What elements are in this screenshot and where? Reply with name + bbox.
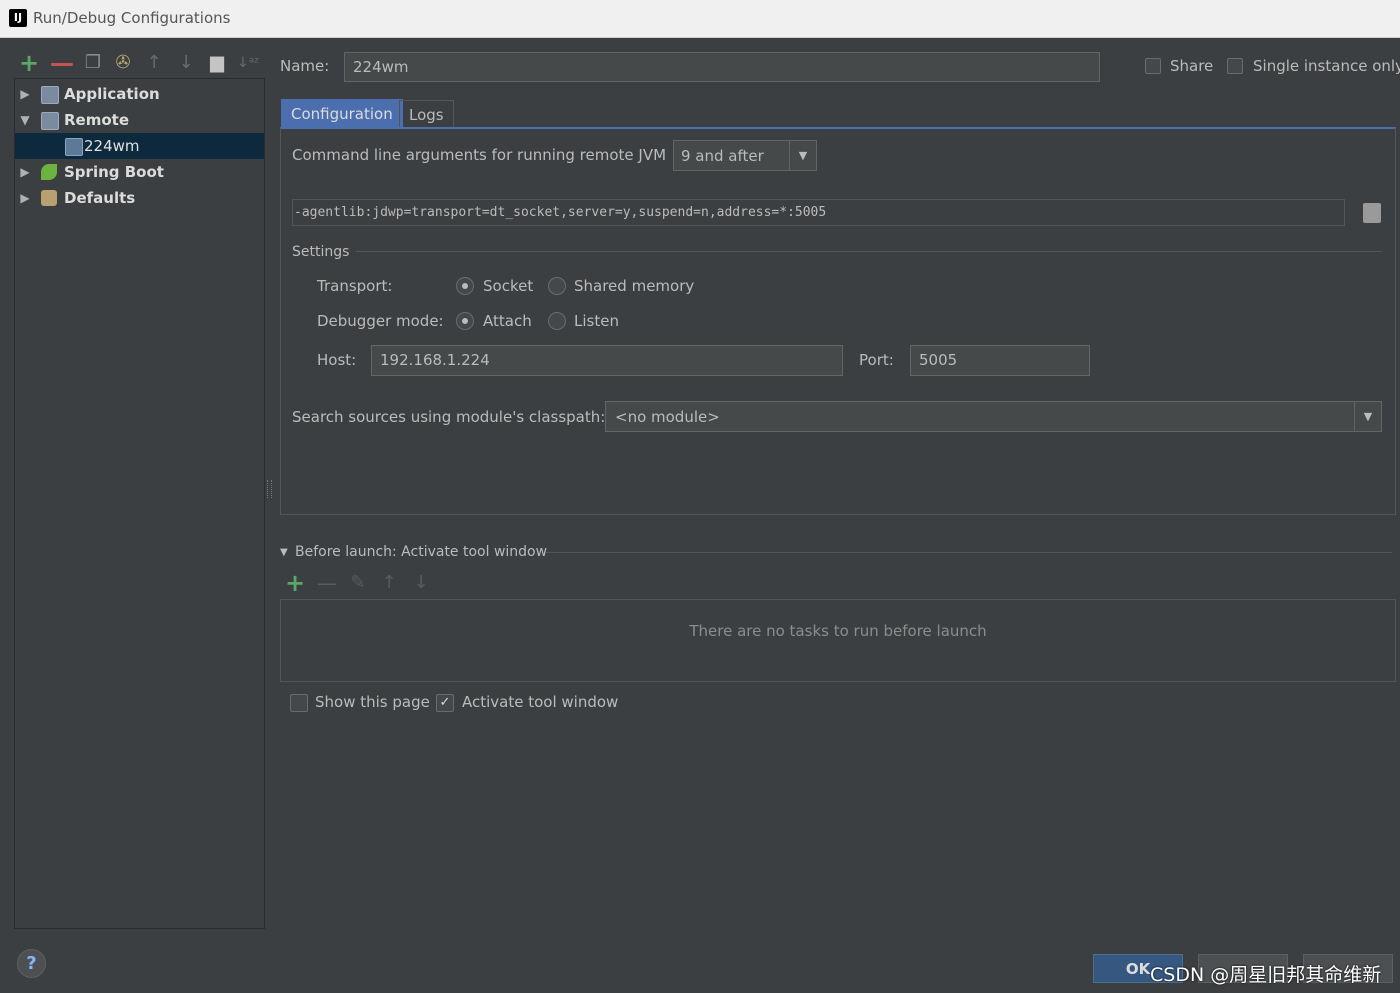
spring-boot-icon — [41, 164, 57, 180]
arrow-down-icon[interactable]: ↓ — [175, 52, 197, 74]
module-select[interactable]: <no module> ▼ — [605, 401, 1382, 432]
before-launch-title: Before launch: Activate tool window — [295, 544, 548, 560]
host-input[interactable]: 192.168.1.224 — [371, 345, 843, 376]
show-page-checkbox[interactable] — [290, 694, 308, 712]
tree-item-label: Spring Boot — [64, 163, 164, 181]
transport-shared-memory-radio[interactable] — [548, 277, 566, 295]
empty-tasks-text: There are no tasks to run before launch — [689, 622, 987, 640]
port-input[interactable]: 5005 — [910, 345, 1090, 376]
application-icon — [41, 86, 59, 104]
debugger-listen-radio[interactable] — [548, 312, 566, 330]
before-launch-divider — [546, 552, 1392, 553]
share-checkbox[interactable] — [1145, 58, 1161, 74]
configuration-tree[interactable]: ▶ Application ▼ Remote 224wm ▶ Spring Bo… — [14, 78, 265, 929]
tree-item-label: 224wm — [84, 137, 140, 155]
expand-arrow-icon[interactable]: ▶ — [19, 81, 31, 107]
transport-shared-memory-label: Shared memory — [574, 277, 695, 295]
remote-icon — [41, 112, 59, 130]
copy-icon[interactable]: ❐ — [82, 52, 104, 74]
sort-icon[interactable]: ↓ᵃᶻ — [237, 52, 259, 74]
tab-logs[interactable]: Logs — [399, 100, 454, 129]
single-instance-checkbox[interactable] — [1227, 58, 1243, 74]
splitter-handle[interactable] — [267, 480, 272, 498]
minus-icon[interactable]: — — [50, 51, 74, 75]
transport-socket-label: Socket — [483, 277, 534, 295]
tree-item-spring-boot[interactable]: ▶ Spring Boot — [15, 159, 264, 185]
csdn-watermark: CSDN @周星旧邦其命维新 — [1150, 964, 1382, 986]
help-icon[interactable]: ? — [17, 949, 46, 978]
intellij-app-icon: IJ — [7, 7, 29, 29]
expand-arrow-icon[interactable]: ▶ — [19, 185, 31, 211]
collapse-triangle-icon[interactable]: ▼ — [280, 547, 288, 558]
tree-item-defaults[interactable]: ▶ Defaults — [15, 185, 264, 211]
tree-item-remote[interactable]: ▼ Remote — [15, 107, 264, 133]
tree-item-label: Defaults — [64, 189, 136, 207]
defaults-wrench-icon — [41, 190, 57, 206]
collapse-arrow-icon[interactable]: ▼ — [19, 107, 31, 133]
share-label: Share — [1170, 57, 1214, 75]
plus-icon[interactable]: + — [18, 51, 40, 75]
port-label: Port: — [859, 351, 894, 369]
activate-tool-window-checkbox[interactable]: ✓ — [436, 694, 454, 712]
jvm-version-select[interactable]: 9 and after ▼ — [673, 140, 817, 171]
show-page-label: Show this page — [315, 693, 430, 711]
transport-socket-radio[interactable] — [456, 277, 474, 295]
window-title: Run/Debug Configurations — [33, 9, 231, 27]
single-instance-label: Single instance only — [1253, 57, 1400, 75]
tree-item-application[interactable]: ▶ Application — [15, 81, 264, 107]
cmd-args-label: Command line arguments for running remot… — [292, 146, 667, 164]
copy-to-clipboard-icon[interactable] — [1363, 203, 1381, 223]
remove-task-minus-icon[interactable]: — — [316, 572, 338, 594]
tab-configuration[interactable]: Configuration — [281, 99, 403, 128]
debugger-listen-label: Listen — [574, 312, 619, 330]
tree-item-label: Application — [64, 85, 160, 103]
wrench-icon[interactable]: ✇ — [112, 52, 134, 74]
chevron-down-icon[interactable]: ▼ — [789, 141, 816, 170]
before-launch-task-list[interactable]: There are no tasks to run before launch — [280, 599, 1396, 682]
host-label: Host: — [317, 351, 357, 369]
edit-task-pencil-icon[interactable]: ✎ — [347, 572, 369, 594]
title-bar: IJ Run/Debug Configurations — [0, 0, 1400, 38]
chevron-down-icon[interactable]: ▼ — [1354, 402, 1381, 431]
tree-item-label: Remote — [64, 111, 130, 129]
expand-arrow-icon[interactable]: ▶ — [19, 159, 31, 185]
name-input[interactable]: 224wm — [344, 52, 1100, 82]
jvm-version-value: 9 and after — [681, 147, 764, 165]
name-label: Name: — [280, 57, 330, 75]
configuration-panel — [280, 127, 1396, 515]
folder-icon[interactable]: ▆ — [206, 52, 228, 74]
cmd-args-field[interactable]: -agentlib:jdwp=transport=dt_socket,serve… — [292, 199, 1345, 226]
arrow-up-icon[interactable]: ↑ — [143, 52, 165, 74]
tree-item-224wm[interactable]: 224wm — [15, 133, 264, 159]
settings-divider — [356, 251, 1382, 252]
module-value: <no module> — [615, 408, 720, 426]
move-down-icon[interactable]: ↓ — [410, 572, 432, 594]
settings-label: Settings — [292, 244, 350, 260]
transport-label: Transport: — [317, 277, 393, 295]
debugger-attach-label: Attach — [483, 312, 532, 330]
activate-tool-window-label: Activate tool window — [462, 693, 619, 711]
debugger-mode-label: Debugger mode: — [317, 312, 444, 330]
remote-config-icon — [65, 138, 83, 156]
add-task-plus-icon[interactable]: + — [284, 571, 306, 595]
move-up-icon[interactable]: ↑ — [378, 572, 400, 594]
debugger-attach-radio[interactable] — [456, 312, 474, 330]
module-classpath-label: Search sources using module's classpath: — [292, 408, 606, 426]
